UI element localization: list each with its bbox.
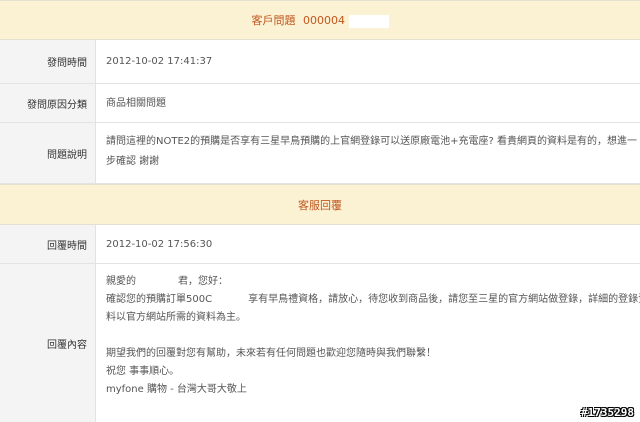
reply-header: 客服回覆 — [0, 184, 640, 225]
reply-signature: myfone 購物 - 台灣大哥大敬上 — [106, 384, 247, 395]
reply-time-row: 回覆時間 2012-10-02 17:56:30 — [0, 225, 640, 264]
category-label: 發問原因分類 — [0, 84, 96, 122]
category-value: 商品相關問題 — [106, 97, 166, 109]
reply-content-label: 回覆內容 — [0, 264, 96, 422]
question-header-title: 客戶問題 — [251, 14, 296, 27]
description-line-2: 步確認 謝謝 — [106, 156, 160, 167]
reply-header-title: 客服回覆 — [298, 199, 342, 212]
description-line-1: 請問這裡的NOTE2的預購是否享有三星早鳥預購的上官網登錄可以送原廠電池+充電座… — [106, 136, 638, 147]
watermark-id: #1735298 — [581, 406, 634, 419]
customer-name-redaction — [136, 274, 178, 288]
order-line-prefix: 確認您的預購訂單500C — [106, 294, 213, 305]
greeting-prefix: 親愛的 — [106, 276, 136, 287]
ask-time-value: 2012-10-02 17:41:37 — [106, 56, 213, 67]
reply-official-line: 料以官方網站所需的資料為主。 — [106, 312, 246, 323]
ask-time-row: 發問時間 2012-10-02 17:41:37 — [0, 40, 640, 84]
reply-order-line: 確認您的預購訂單500C 享有早鳥禮資格，請放心，待您收到商品後，請您至三星的官方… — [106, 291, 640, 309]
ask-time-label: 發問時間 — [0, 40, 96, 83]
reply-content-value: 親愛的 君，您好： 確認您的預購訂單500C 享有早鳥禮資格，請放心，待您收到商品後… — [106, 273, 640, 422]
reply-content-row: 回覆內容 親愛的 君，您好： 確認您的預購訂單500C 享有早鳥禮資格，請放心，待您… — [0, 264, 640, 422]
description-row: 問題說明 請問這裡的NOTE2的預購是否享有三星早鳥預購的上官網登錄可以送原廠電… — [0, 123, 640, 184]
reply-time-value: 2012-10-02 17:56:30 — [106, 238, 213, 250]
reply-wish-line: 祝您 事事順心。 — [106, 366, 180, 377]
reply-blank-line — [106, 327, 632, 345]
order-number-redaction — [212, 292, 249, 306]
description-value: 請問這裡的NOTE2的預購是否享有三星早鳥預購的上官網登錄可以送原廠電池+充電座… — [106, 132, 638, 183]
category-row: 發問原因分類 商品相關問題 — [0, 84, 640, 123]
order-line-suffix: 享有早鳥禮資格，請放心，待您收到商品後，請您至三星的官方網站做登錄，詳細的登錄資 — [248, 294, 640, 305]
reply-greeting: 親愛的 君，您好： — [106, 273, 632, 291]
reply-hope-line: 期望我們的回覆對您有幫助，未來若有任何問題也歡迎您隨時與我們聯繫！ — [106, 348, 436, 359]
greeting-suffix: 君，您好： — [178, 276, 228, 287]
reply-time-label: 回覆時間 — [0, 225, 96, 263]
question-number-redaction — [348, 14, 389, 28]
question-header: 客戶問題 000004 — [0, 0, 640, 40]
question-number: 000004 — [303, 14, 345, 27]
description-label: 問題說明 — [0, 123, 96, 183]
